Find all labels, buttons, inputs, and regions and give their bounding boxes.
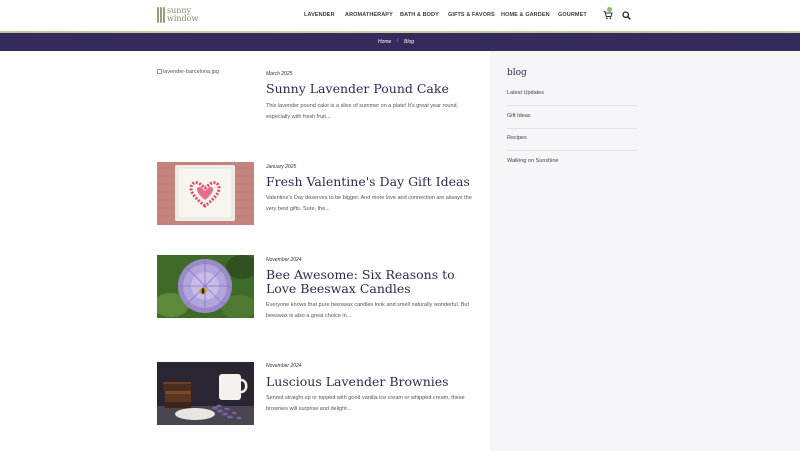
nav-item-gifts-favors[interactable]: GIFTS & FAVORS xyxy=(448,12,495,18)
sidebar-link-recipes[interactable]: Recipes xyxy=(507,135,637,141)
nav-item-home-garden[interactable]: HOME & GARDEN xyxy=(501,12,550,18)
sidebar-link-latest-updates[interactable]: Latest Updates xyxy=(507,90,637,96)
blog-sidebar: blog Latest Updates Gift Ideas Recipes W… xyxy=(490,51,800,451)
post-date: November 2024 xyxy=(266,257,302,263)
post-title[interactable]: Bee Awesome: Six Reasons to Love Beeswax… xyxy=(266,268,481,296)
broken-image-icon xyxy=(157,69,162,75)
post-image-valentine-sachet[interactable] xyxy=(157,162,254,225)
breadcrumb-separator: / xyxy=(397,38,399,44)
sidebar-title: blog xyxy=(507,68,527,78)
search-icon[interactable] xyxy=(622,11,631,20)
nav-item-lavender[interactable]: LAVENDER xyxy=(304,12,335,18)
nav-item-gourmet[interactable]: GOURMET xyxy=(558,12,587,18)
post-date: March 2025 xyxy=(266,71,293,77)
post-excerpt: Valentine's Day deserves to be bigger. A… xyxy=(266,195,472,212)
site-header: sunny window LAVENDER AROMATHERAPY BATH … xyxy=(0,0,800,33)
allium-flower-image xyxy=(157,255,254,318)
sidebar-link-gift-ideas[interactable]: Gift Ideas xyxy=(507,113,637,119)
post-excerpt: This lavender pound cake is a slice of s… xyxy=(266,103,459,120)
heart-sachet-image xyxy=(157,162,254,225)
post-image-alt-text: lavender-barcelona.jpg xyxy=(163,69,219,75)
logo-line-2: window xyxy=(167,14,199,23)
sidebar-divider xyxy=(507,150,637,151)
breadcrumb: Home / Blog xyxy=(0,33,800,51)
site-logo[interactable]: sunny window xyxy=(157,7,198,23)
post-title[interactable]: Luscious Lavender Brownies xyxy=(266,375,481,389)
logo-window-mark xyxy=(157,7,165,23)
nav-item-bath-body[interactable]: BATH & BODY xyxy=(400,12,439,18)
breadcrumb-current: Blog xyxy=(404,39,415,45)
post-image-lavender-brownies[interactable] xyxy=(157,362,254,425)
post-image-broken[interactable]: lavender-barcelona.jpg xyxy=(157,69,254,75)
logo-text: sunny window xyxy=(167,7,198,23)
post-title[interactable]: Fresh Valentine's Day Gift Ideas xyxy=(266,175,481,189)
post-excerpt: Served straight up or topped with good v… xyxy=(266,395,465,412)
post-date: November 2024 xyxy=(266,363,302,369)
post-title[interactable]: Sunny Lavender Pound Cake xyxy=(266,82,481,96)
post-excerpt: Everyone knows that pure beeswax candles… xyxy=(266,302,470,319)
brownies-image xyxy=(157,362,254,425)
sidebar-divider xyxy=(507,105,637,106)
sidebar-divider xyxy=(507,128,637,129)
post-date: January 2025 xyxy=(266,164,297,170)
post-image-allium-bee[interactable] xyxy=(157,255,254,318)
cart-count-badge xyxy=(607,7,612,12)
sidebar-link-walking-on-sunshine[interactable]: Walking on Sunshine xyxy=(507,158,637,164)
nav-item-aromatherapy[interactable]: AROMATHERAPY xyxy=(345,12,393,18)
breadcrumb-home[interactable]: Home xyxy=(378,39,391,45)
